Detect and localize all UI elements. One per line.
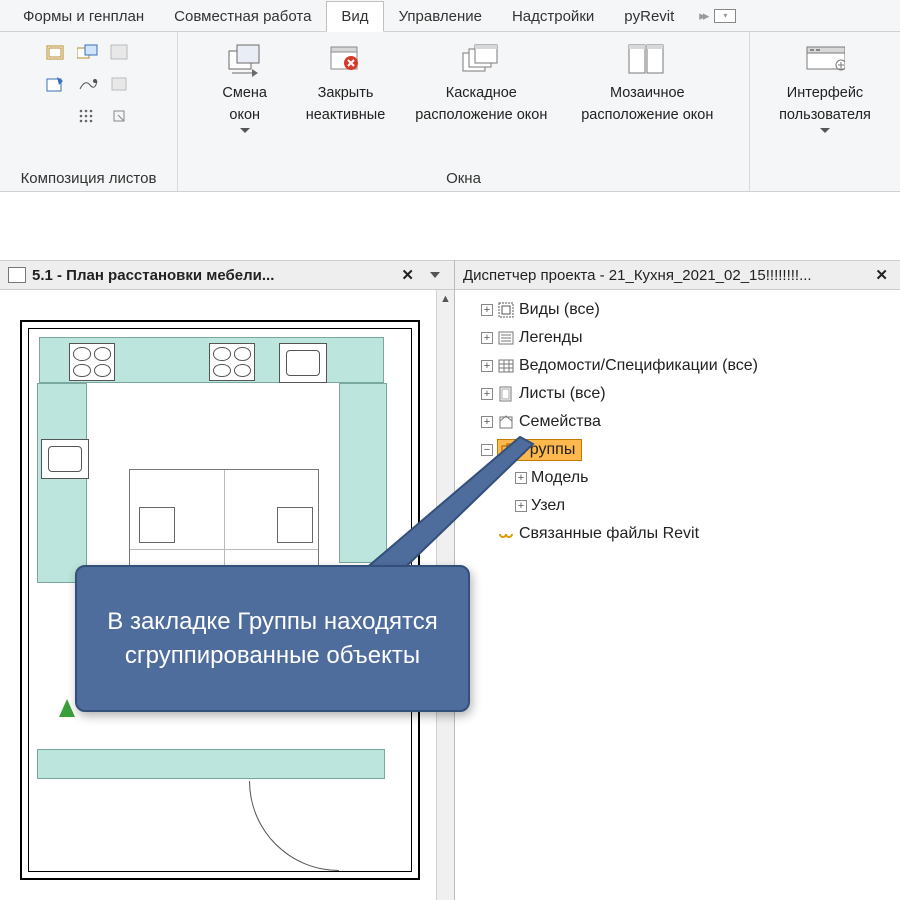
cooktop-2 [209,343,255,381]
tree-label: Семейства [519,413,601,431]
sheet-icon-8[interactable] [75,104,101,130]
tab-pyrevit[interactable]: pyRevit [609,1,689,31]
expander-icon[interactable]: + [481,360,493,372]
switch-windows-button[interactable]: Смена окон [210,40,280,134]
browser-header: Диспетчер проекта - 21_Кухня_2021_02_15!… [455,260,900,290]
families-icon [497,413,515,431]
tree-label: Ведомости/Спецификации (все) [519,357,758,375]
tab-forms[interactable]: Формы и генплан [8,1,159,31]
panel-expand-icon[interactable] [107,104,133,130]
close-label-1: Закрыть [318,84,374,102]
cooktop-1 [69,343,115,381]
tab-manage[interactable]: Управление [384,1,497,31]
tab-view[interactable]: Вид [326,1,383,32]
tab-addins[interactable]: Надстройки [497,1,609,31]
view-tab-close[interactable]: ✕ [397,266,418,284]
expander-icon[interactable]: + [481,332,493,344]
view-tab-dropdown-icon[interactable] [430,272,440,278]
legends-icon [497,329,515,347]
expander-icon[interactable]: + [481,388,493,400]
tab-overflow-icon[interactable]: ▸▸ ▾ [699,8,736,24]
cascade-label-1: Каскадное [446,84,517,102]
ui-label-2: пользователя [779,106,871,124]
view-doc-icon [8,267,26,283]
elevation-marker-icon [59,699,75,717]
ribbon-area: Композиция листов Смена окон Закрыть неа… [0,32,900,192]
panel-ui: Интерфейс пользователя [750,32,900,191]
panel-label-sheets: Композиция листов [21,166,157,187]
expander-icon[interactable]: + [481,304,493,316]
tab-collab[interactable]: Совместная работа [159,1,326,31]
counter-left [37,383,87,583]
cascade-button[interactable]: Каскадное расположение окон [411,40,551,124]
sheet-icon-2[interactable] [75,40,101,66]
tree-legends[interactable]: + Легенды [463,324,892,352]
ui-label-1: Интерфейс [787,84,863,102]
close-inactive-button[interactable]: Закрыть неактивные [306,40,386,124]
sheet-icon-6[interactable] [107,72,133,98]
view-tab-header: 5.1 - План расстановки мебели... ✕ [0,260,454,290]
schedules-icon [497,357,515,375]
expander-icon[interactable]: + [481,416,493,428]
user-interface-button[interactable]: Интерфейс пользователя [779,40,871,134]
close-label-2: неактивные [306,106,386,124]
sheet-icon-1[interactable] [43,40,69,66]
views-icon [497,301,515,319]
tree-label: Связанные файлы Revit [519,525,699,543]
tree-sheets[interactable]: + Листы (все) [463,380,892,408]
panel-windows: Смена окон Закрыть неактивные Каскадное … [178,32,750,191]
panel-label-ui [823,166,827,187]
sheet-icon-3[interactable] [107,40,133,66]
tree-schedules[interactable]: + Ведомости/Спецификации (все) [463,352,892,380]
chair-1 [139,507,175,543]
chevron-down-icon [820,128,830,134]
chevron-down-icon [240,128,250,134]
door-symbol [249,781,339,871]
sheet-icon-4[interactable] [43,72,69,98]
browser-title: Диспетчер проекта - 21_Кухня_2021_02_15!… [463,267,865,284]
browser-close[interactable]: ✕ [871,266,892,284]
sheet-icon-7 [43,104,69,130]
callout-text: В закладке Группы находятся сгруппирован… [107,608,437,669]
cascade-label-2: расположение окон [415,106,547,124]
tree-label: Листы (все) [519,385,606,403]
counter-bottom [37,749,385,779]
tree-views[interactable]: + Виды (все) [463,296,892,324]
scroll-up-icon[interactable]: ▲ [437,290,454,308]
callout-tooltip: В закладке Группы находятся сгруппирован… [75,565,470,712]
tile-label-1: Мозаичное [610,84,685,102]
switch-label-1: Смена [222,84,267,102]
tree-label: Легенды [519,329,582,347]
tree-label: Виды (все) [519,301,600,319]
tile-button[interactable]: Мозаичное расположение окон [577,40,717,124]
chair-3 [277,507,313,543]
panel-sheet-composition: Композиция листов [0,32,178,191]
sheets-icon [497,385,515,403]
ribbon-tabs: Формы и генплан Совместная работа Вид Уп… [0,0,900,32]
sink-right [279,343,327,383]
sheet-icon-5[interactable] [75,72,101,98]
panel-label-windows: Окна [446,166,481,187]
tile-label-2: расположение окон [581,106,713,124]
view-tab-title[interactable]: 5.1 - План расстановки мебели... [32,267,391,284]
sink-left [41,439,89,479]
switch-label-2: окон [229,106,260,124]
ribbon-minimize-icon[interactable]: ▾ [714,9,736,23]
